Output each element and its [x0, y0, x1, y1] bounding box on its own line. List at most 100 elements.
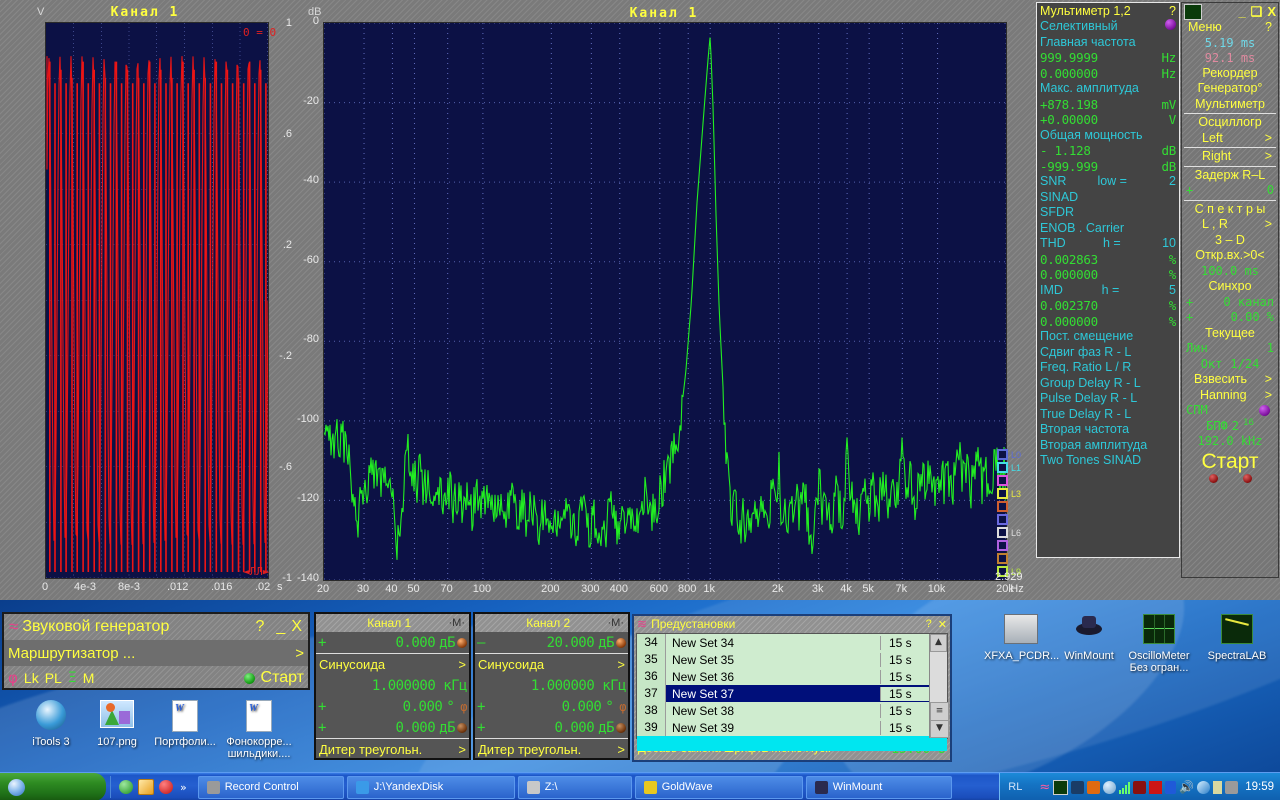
button-multimeter[interactable]: Мультиметр — [1182, 97, 1278, 113]
sync-channel-row[interactable]: + 0 канал — [1182, 295, 1278, 311]
sync-percent-row[interactable]: + 0.00 % — [1182, 310, 1278, 326]
tray-network-icon[interactable] — [1197, 780, 1211, 794]
scope-plot[interactable] — [45, 22, 269, 579]
legend-row[interactable]: L3 — [997, 487, 1037, 500]
taskbar-button[interactable]: J:\YandexDisk — [346, 775, 515, 799]
spectrum-plot[interactable] — [323, 22, 1007, 581]
spm-row[interactable]: СПМ — [1182, 403, 1278, 419]
quicklaunch-more-icon[interactable]: » — [180, 781, 187, 794]
button-oscilloscope[interactable]: Осциллогр — [1182, 115, 1278, 131]
channel-mute-icon[interactable]: ·M· — [608, 617, 625, 629]
legend-checkbox[interactable] — [997, 540, 1008, 551]
generator-start-button[interactable]: Старт — [261, 669, 304, 687]
preset-row[interactable]: 34 New Set 34 15 s — [637, 634, 947, 651]
badge-m[interactable]: M — [83, 670, 95, 686]
legend-checkbox[interactable] — [997, 501, 1008, 512]
spectrum-panel[interactable]: dB Канал 1 0 -20 -40 -60 -80 -100 -120 -140 20 3… — [292, 0, 1036, 600]
generator-run-led-icon[interactable] — [243, 672, 255, 684]
menu-label[interactable]: Меню — [1188, 20, 1222, 36]
legend-checkbox[interactable] — [997, 488, 1008, 499]
legend-checkbox[interactable] — [997, 527, 1008, 538]
lin-row[interactable]: Лин 1 — [1182, 341, 1278, 357]
desktop-icon[interactable]: 107.png — [80, 700, 154, 748]
multimeter-param-row[interactable]: SNR low = 2 — [1040, 174, 1176, 190]
right-control-panel[interactable]: _ ❏ X Меню ? 5.19 ms 92.1 ms Рекордер Ге… — [1181, 2, 1279, 578]
maximize-button[interactable]: ❏ — [1251, 4, 1263, 20]
waveform-select[interactable]: Синусоида > — [475, 654, 628, 675]
channel-1-window[interactable]: Канал 1 ·M· + 0.000 дБ Синусоида > 1.000… — [314, 612, 471, 760]
spectrum-legend[interactable]: L0 L1 L3 L6 L9 — [997, 448, 1037, 578]
legend-row[interactable]: L0 — [997, 448, 1037, 461]
minimize-button[interactable]: _ — [1238, 4, 1245, 20]
legend-checkbox[interactable] — [997, 475, 1008, 486]
scroll-down-button[interactable]: ▼ — [930, 720, 949, 738]
generator-statusbar[interactable]: φ Lk PL Ξ M Старт — [4, 666, 308, 690]
sound-generator-window[interactable]: ≈ Звуковой генератор ? _ X Маршрутизатор… — [2, 612, 310, 690]
presets-window[interactable]: ≋ Предустановки ? ✕ 34 New Set 34 15 s 35 Ne… — [632, 614, 952, 762]
desktop-icon[interactable]: iTools 3 — [14, 700, 88, 748]
taskbar-button[interactable]: Z:\ — [517, 775, 632, 799]
waveform-select[interactable]: Синусоида > — [316, 654, 469, 675]
badge-pl[interactable]: PL — [45, 670, 62, 686]
badge-levels-icon[interactable]: Ξ — [68, 670, 77, 686]
oct-row[interactable]: Окт 1/24 — [1182, 357, 1278, 373]
legend-row[interactable] — [997, 539, 1037, 552]
multimeter-panel[interactable]: Мультиметр 1,2 ? Селективный Главная час… — [1036, 2, 1180, 558]
channel-phase-row[interactable]: + 0.000 ° φ — [475, 696, 628, 717]
offset-knob-icon[interactable] — [616, 722, 626, 733]
preset-name[interactable]: New Set 34 — [666, 636, 880, 650]
legend-row[interactable]: L6 — [997, 526, 1037, 539]
multimeter-param-row[interactable]: IMD h = 5 — [1040, 283, 1176, 299]
system-tray[interactable]: RL ≈ 🔊 19:59 — [999, 773, 1280, 800]
tray-clock[interactable]: 19:59 — [1245, 781, 1274, 793]
presets-scrollbar[interactable]: ▲ ≡ ▼ — [929, 634, 949, 738]
multimeter-footer-item[interactable]: True Delay R - L — [1040, 407, 1176, 423]
multimeter-header[interactable]: Мультиметр 1,2 ? — [1040, 4, 1176, 19]
desktop-icon[interactable]: W Фонокорре... шильдики.... — [222, 700, 296, 760]
preset-row[interactable]: 36 New Set 36 15 s — [637, 668, 947, 685]
tray-signal-icon[interactable] — [1119, 781, 1131, 794]
tray-volume-icon[interactable]: 🔊 — [1179, 780, 1194, 794]
multimeter-help-icon[interactable]: ? — [1169, 4, 1176, 19]
presets-help-icon[interactable]: ? — [926, 618, 932, 631]
scroll-thumb[interactable]: ≡ — [930, 702, 949, 722]
preset-name[interactable]: New Set 37 — [666, 687, 880, 701]
multimeter-param-row[interactable]: ENOB . Carrier — [1040, 221, 1176, 237]
button-left[interactable]: Left > — [1182, 131, 1278, 147]
button-generator[interactable]: Генератор° — [1182, 81, 1278, 97]
presets-close-icon[interactable]: ✕ — [938, 618, 947, 631]
badge-lk[interactable]: Lk — [24, 670, 39, 686]
legend-row[interactable] — [997, 474, 1037, 487]
multimeter-footer-item[interactable]: Group Delay R - L — [1040, 376, 1176, 392]
tray-power-icon[interactable] — [1213, 780, 1223, 794]
multimeter-footer-item[interactable]: Вторая частота — [1040, 422, 1176, 438]
multimeter-param-row[interactable]: SFDR — [1040, 205, 1176, 221]
generator-titlebar[interactable]: ≈ Звуковой генератор ? _ X — [4, 614, 308, 640]
tray-misc-icon[interactable] — [1225, 780, 1239, 794]
button-3d[interactable]: 3 – D — [1182, 233, 1278, 249]
channel-titlebar[interactable]: Канал 2 ·M· — [475, 614, 628, 632]
channel-titlebar[interactable]: Канал 1 ·M· — [316, 614, 469, 632]
fft-row[interactable]: БПФ 2 16 — [1182, 418, 1278, 435]
preset-row[interactable]: 35 New Set 35 15 s — [637, 651, 947, 668]
channel-level-row[interactable]: + 0.000 дБ — [316, 632, 469, 653]
taskbar-button[interactable]: GoldWave — [634, 775, 803, 799]
multimeter-param-row[interactable]: SINAD — [1040, 190, 1176, 206]
multimeter-footer-item[interactable]: Сдвиг фаз R - L — [1040, 345, 1176, 361]
generator-minimize-button[interactable]: _ — [270, 618, 291, 636]
dither-select[interactable]: Дитер треугольн. > — [475, 739, 628, 760]
tray-bluetooth-icon[interactable] — [1165, 780, 1177, 794]
preset-row[interactable]: 37 New Set 37 15 s — [637, 685, 947, 702]
legend-row[interactable] — [997, 500, 1037, 513]
presets-edit-row[interactable] — [637, 736, 947, 751]
channel-phase-row[interactable]: + 0.000 ° φ — [316, 696, 469, 717]
desktop-icon[interactable]: XFXA_PCDR... — [984, 614, 1059, 662]
preset-name[interactable]: New Set 36 — [666, 670, 880, 684]
tray-disk-icon[interactable] — [1103, 780, 1117, 794]
tray-audio-icon[interactable] — [1133, 780, 1147, 794]
router-button[interactable]: Маршрутизатор ... > — [4, 640, 308, 666]
oscilloscope-panel[interactable]: V Канал 1 0 = 0 ◄ЛЛ► 1 .6 .2 -.2 -.6 -1 … — [0, 0, 292, 600]
selective-led-icon[interactable] — [1165, 19, 1176, 30]
spm-led-icon[interactable] — [1259, 405, 1270, 417]
legend-checkbox[interactable] — [997, 449, 1008, 460]
